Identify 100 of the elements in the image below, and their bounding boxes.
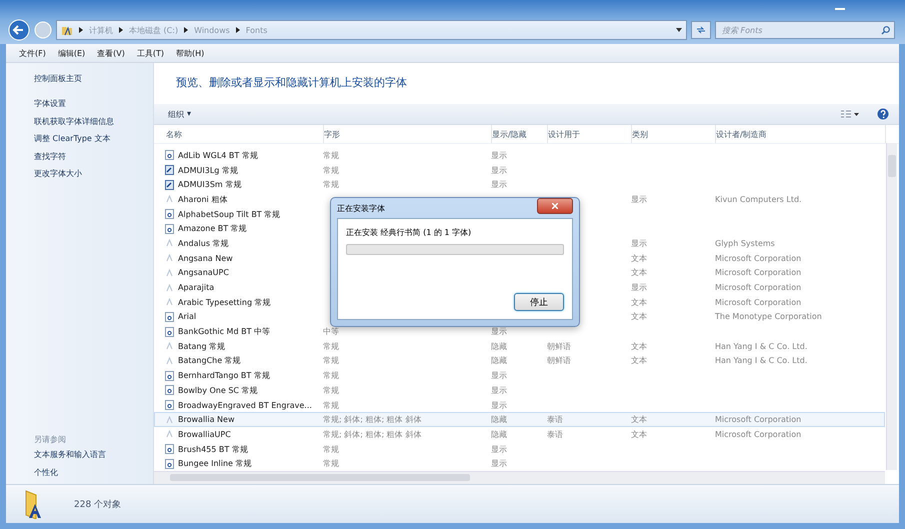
font-name: ADMUI3Lg 常规 [178,164,238,176]
refresh-arrows-icon [696,26,706,34]
help-icon[interactable] [877,108,889,120]
table-cell-text: Glyph Systems [715,238,776,248]
font-file-icon [165,312,174,322]
table-cell-text: 显示 [491,370,508,382]
table-cell-text: 显示 [491,150,508,161]
font-name: BrowalliaUPC [178,430,231,439]
font-file-icon [165,414,174,425]
progress-message: 正在安装 经典行书简 (1 的 1 字体) [346,227,472,238]
vertical-scrollbar[interactable] [886,143,897,470]
stop-button[interactable]: 停止 [514,293,564,311]
sidebar-link[interactable]: 联机获取字体详细信息 [34,116,153,133]
table-cell-text: 常规 [323,444,340,455]
font-name: BankGothic Md BT 中等 [178,326,270,338]
close-button[interactable] [537,198,573,214]
font-file-icon [165,326,174,337]
table-cell-text: The Monotype Corporation [715,312,823,322]
scrollbar-thumb[interactable] [888,155,896,177]
table-cell-text: Microsoft Corporation [715,430,802,439]
table-cell-text: 隐藏 [491,355,508,366]
font-name: Aharoni 粗体 [178,194,228,205]
font-file-icon [165,341,174,352]
table-cell-text: Microsoft Corporation [715,254,802,263]
font-file-icon [165,238,174,248]
folder-icon [61,24,73,36]
table-cell-text: 朝鲜语 [547,340,572,352]
search-field[interactable]: 搜索 Fonts [720,24,864,36]
sidebar-link[interactable]: 字体设置 [34,98,153,116]
column-header[interactable]: 类别 [632,125,716,143]
table-cell-text: 中等 [323,326,340,338]
font-name: Bungee Inline 常规 [178,458,252,470]
font-file-icon [165,165,174,176]
table-cell-text: Microsoft Corporation [715,415,802,424]
sidebar-link[interactable]: 个性化 [34,466,153,484]
font-file-icon [165,356,174,366]
table-cell-text: 显示 [631,282,648,294]
table-cell-text: 朝鲜语 [547,355,572,366]
font-file-icon [165,458,174,469]
organize-button[interactable]: 组织 ▾ [164,106,196,122]
column-header[interactable]: 设计用于 [548,125,632,143]
table-cell-text: 文本 [631,340,648,352]
column-header[interactable]: 名称 [166,125,324,143]
table-cell-text: 文本 [631,296,648,308]
table-cell-text: 常规 [323,164,340,176]
sidebar-link[interactable]: 更改字体大小 [34,168,153,186]
font-file-icon [165,224,174,234]
refresh-button[interactable] [691,21,711,39]
page-heading: 预览、删除或者显示和隐藏计算机上安装的字体 [175,75,408,91]
table-cell-text: 文本 [631,414,648,426]
table-cell-text: 显示 [631,238,648,249]
dropdown-caret-icon[interactable] [676,28,682,32]
font-name: Arabic Typesetting 常规 [178,296,271,308]
font-file-icon [165,429,174,440]
menu-item[interactable]: 查看(V) [92,48,130,58]
font-name: BernhardTango BT 常规 [178,370,270,382]
view-options-icon[interactable] [841,110,859,118]
font-file-icon [165,209,174,220]
table-cell-text: 显示 [491,326,508,338]
sidebar-link[interactable]: 文本服务和输入语言 [34,449,153,466]
table-cell-text: 隐藏 [491,428,508,440]
font-file-icon [165,194,174,204]
sidebar-link[interactable]: 查找字符 [34,150,153,168]
table-cell-text: 显示 [631,194,648,205]
sidebar-link[interactable]: 调整 ClearType 文本 [34,133,153,150]
column-header[interactable]: 字形 [324,125,492,143]
font-name: Arial [178,312,196,322]
font-file-icon [165,385,174,396]
table-cell-text: 常规; 斜体; 粗体; 粗体 斜体 [323,414,422,426]
font-file-icon [165,253,174,264]
font-name: AlphabetSoup Tilt BT 常规 [178,208,280,220]
chevron-right-icon [119,27,123,33]
font-name: Angsana New [178,254,233,263]
font-name: ADMUI3Sm 常规 [178,179,242,190]
font-file-icon [165,400,174,410]
menu-item[interactable]: 工具(T) [132,48,169,58]
font-name: Batang 常规 [178,340,226,352]
table-cell-text: 常规 [323,150,340,161]
font-name: Aparajita [178,283,214,292]
table-cell-text: Microsoft Corporation [715,298,802,307]
font-name: Amazone BT 常规 [178,223,247,234]
menu-item[interactable]: 文件(F) [14,48,51,58]
menu-item[interactable]: 编辑(E) [52,48,90,58]
table-cell-text: 常规 [323,340,340,352]
horizontal-scrollbar[interactable] [154,471,885,484]
chevron-right-icon [236,27,240,33]
table-cell-text: 文本 [631,311,648,322]
table-cell-text: 常规 [323,179,340,190]
menu-item[interactable]: 帮助(H) [171,48,210,58]
column-header[interactable]: 显示/隐藏 [492,125,548,143]
control-panel-home-link[interactable]: 控制面板主页 [34,73,153,84]
table-cell-text: 隐藏 [491,340,508,352]
font-name: BroadwayEngraved BT Engrave... [178,400,312,410]
table-cell-text: 文本 [631,252,648,264]
table-cell-text: 常规 [323,458,340,470]
font-file-icon [165,282,174,293]
column-header[interactable]: 设计者/制造商 [716,125,886,143]
font-name: AdLib WGL4 BT 常规 [178,150,258,161]
font-file-icon [165,268,174,278]
search-box[interactable]: 搜索 Fonts [715,21,895,39]
